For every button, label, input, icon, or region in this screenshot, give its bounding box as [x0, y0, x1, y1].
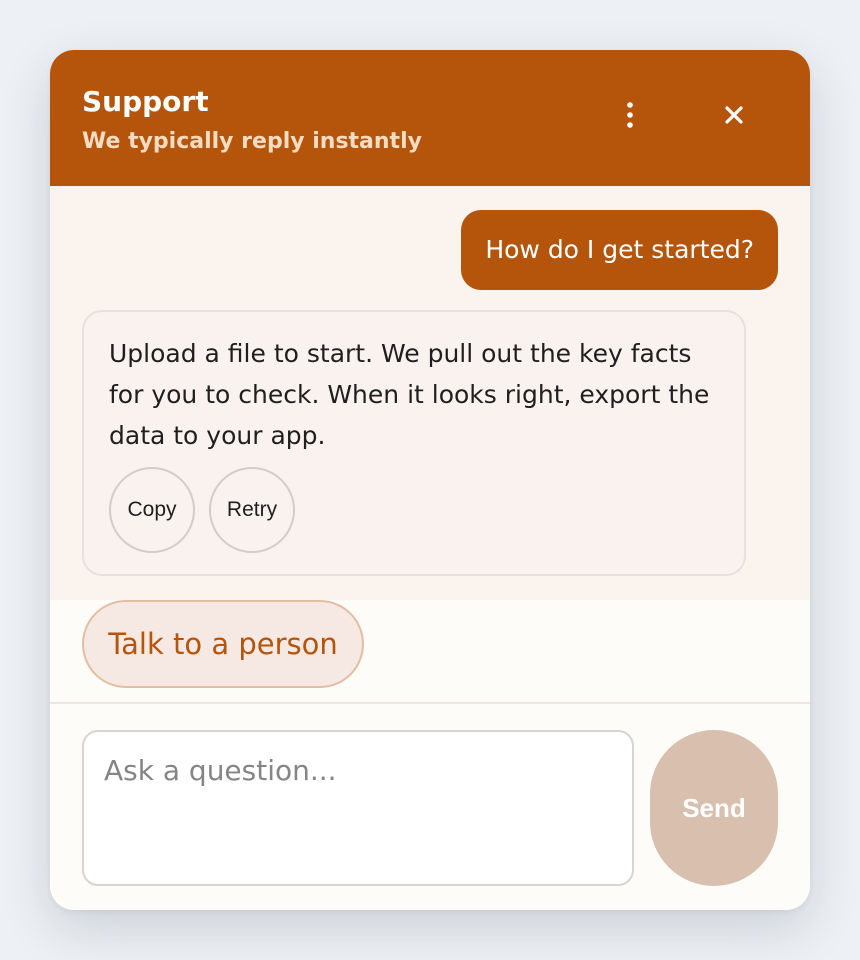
message-list: How do I get started? Upload a file to s… [50, 186, 810, 600]
bot-message-text: Upload a file to start. We pull out the … [109, 339, 710, 450]
close-icon [725, 106, 743, 124]
menu-button[interactable] [602, 87, 658, 143]
retry-button[interactable]: Retry [209, 467, 295, 553]
chat-header: Support We typically reply instantly [50, 50, 810, 186]
chat-widget: Support We typically reply instantly How… [50, 50, 810, 910]
question-input[interactable] [82, 730, 634, 886]
chat-subtitle: We typically reply instantly [82, 129, 422, 154]
more-vertical-icon [627, 102, 633, 128]
chat-title: Support [82, 85, 209, 118]
copy-button[interactable]: Copy [109, 467, 195, 553]
quick-actions: Talk to a person [50, 600, 810, 704]
close-button[interactable] [706, 87, 762, 143]
talk-to-person-button[interactable]: Talk to a person [82, 600, 364, 688]
send-button[interactable]: Send [650, 730, 778, 886]
bot-message: Upload a file to start. We pull out the … [82, 310, 746, 576]
composer: Send [50, 704, 810, 910]
user-message: How do I get started? [461, 210, 778, 290]
